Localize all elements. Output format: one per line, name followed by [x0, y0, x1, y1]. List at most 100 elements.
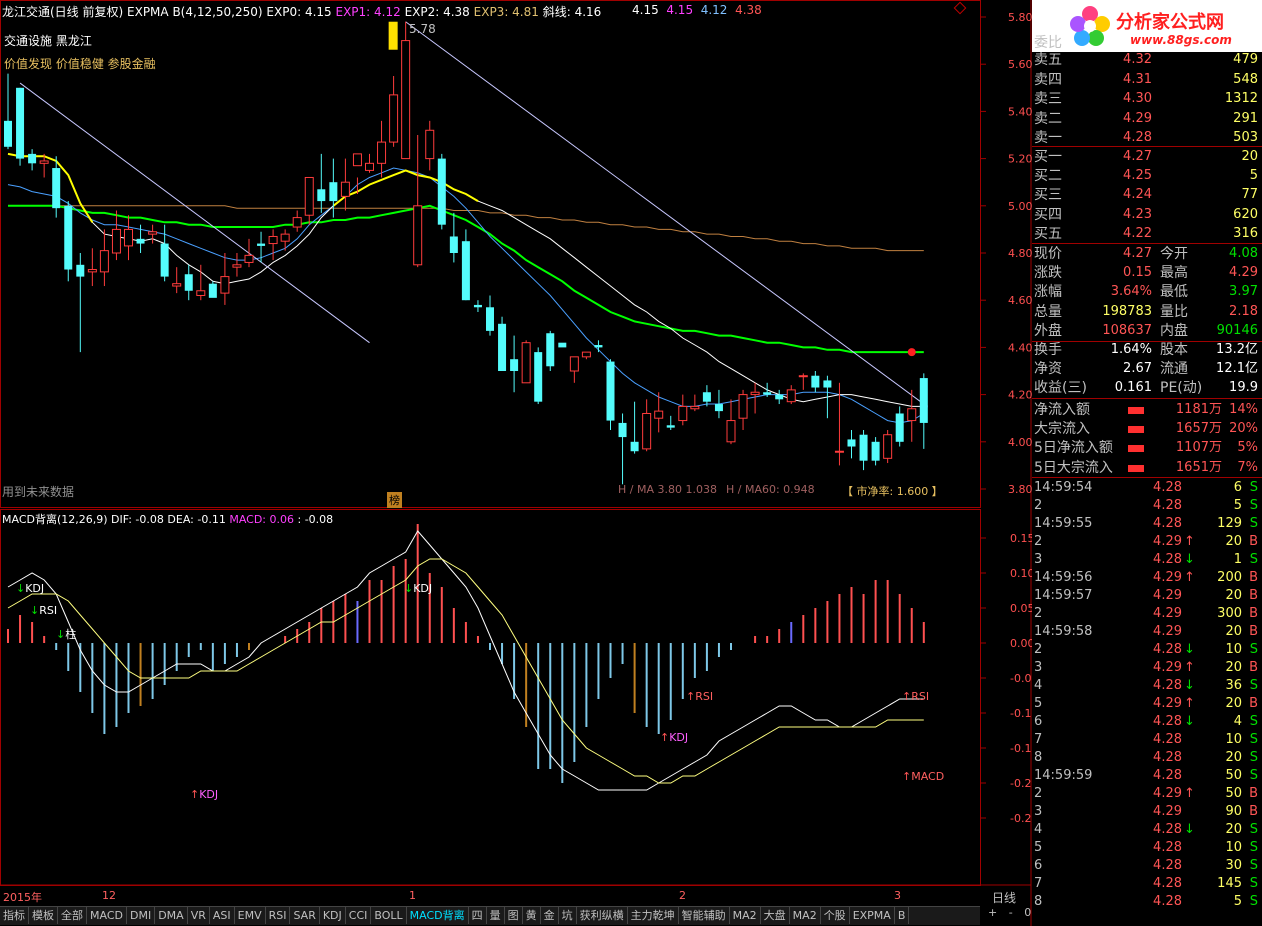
ask-row: 卖五 4.32 479	[1032, 51, 1262, 69]
tab-0[interactable]: 指标	[0, 907, 29, 924]
stat-label-2: PE(动)	[1160, 380, 1203, 397]
tab-22[interactable]: 主力乾坤	[628, 907, 679, 924]
tab-6[interactable]: VR	[188, 907, 210, 924]
stat-row: 现价 4.27 今开 4.08	[1032, 245, 1262, 263]
price-axis-label: 4.20	[1008, 389, 1032, 402]
macd-axis-label: -0.10	[1010, 707, 1032, 720]
tick-time: 6	[1034, 858, 1043, 873]
tick-volume: 20	[1225, 696, 1242, 711]
time-axis-12: 12	[102, 889, 116, 902]
tab-2[interactable]: 全部	[58, 907, 87, 924]
flow-pct: 5%	[1237, 440, 1258, 456]
tab-13[interactable]: BOLL	[371, 907, 407, 924]
tick-time: 7	[1034, 876, 1043, 891]
tick-volume: 20	[1225, 624, 1242, 639]
ask-price: 4.28	[1123, 130, 1152, 146]
period-label[interactable]: 日线	[992, 889, 1016, 906]
bid-label: 买三	[1034, 187, 1062, 204]
tab-27[interactable]: 个股	[821, 907, 850, 924]
candle-body	[124, 228, 133, 247]
flow-label: 净流入额	[1034, 402, 1090, 418]
exp2-value: EXP2: 4.38	[404, 5, 470, 19]
tab-14[interactable]: MACD背离	[407, 907, 469, 924]
flow-bar-icon	[1128, 464, 1144, 472]
tick-volume: 20	[1225, 750, 1242, 765]
tab-12[interactable]: CCI	[346, 907, 372, 924]
tab-17[interactable]: 图	[505, 907, 523, 924]
ask-price: 4.29	[1123, 110, 1152, 126]
bid-volume: 20	[1241, 149, 1258, 164]
tab-3[interactable]: MACD	[87, 907, 127, 924]
arrow-down-icon: ↓	[1184, 552, 1195, 567]
tick-time: 8	[1034, 750, 1043, 765]
tab-1[interactable]: 模板	[29, 907, 58, 924]
bid-label: 买四	[1034, 206, 1062, 223]
candle-body	[871, 441, 880, 461]
tick-row: 2 4.29 ↑ 20 B	[1032, 533, 1262, 551]
tab-24[interactable]: MA2	[730, 907, 761, 924]
tick-price: 4.29	[1153, 570, 1182, 585]
orderbook-separator	[1032, 146, 1262, 147]
trend-line-2	[405, 21, 925, 405]
tab-19[interactable]: 金	[541, 907, 559, 924]
tick-row: 4 4.28 ↓ 20 S	[1032, 821, 1262, 839]
tab-4[interactable]: DMI	[127, 907, 156, 924]
candle-body	[690, 405, 700, 410]
tab-5[interactable]: DMA	[155, 907, 188, 924]
candle-body	[642, 412, 652, 450]
candle-body	[654, 410, 664, 419]
macd-axis-label: -0.25	[1010, 812, 1032, 825]
tab-20[interactable]: 坑	[559, 907, 577, 924]
tab-29[interactable]: B	[895, 907, 910, 924]
ask-label: 卖一	[1034, 130, 1062, 147]
tick-side: B	[1249, 660, 1258, 675]
candle-body	[244, 254, 254, 263]
candle-body	[919, 378, 928, 423]
ema-end-marker	[907, 348, 916, 357]
tab-21[interactable]: 获利纵横	[577, 907, 628, 924]
stock-title: 龙江交通(日线 前复权)	[2, 5, 124, 19]
tab-16[interactable]: 量	[487, 907, 505, 924]
tick-time: 2	[1034, 606, 1043, 621]
zoom-in-button[interactable]: +	[984, 906, 1001, 919]
candle-body	[340, 181, 350, 197]
price-axis-label: 5.00	[1008, 200, 1032, 213]
tab-10[interactable]: SAR	[290, 907, 320, 924]
tick-volume: 36	[1225, 678, 1242, 693]
candle-body	[280, 233, 290, 242]
tick-row: 2 4.29 ↑ 50 B	[1032, 785, 1262, 803]
tab-8[interactable]: EMV	[235, 907, 266, 924]
bid-volume: 316	[1233, 225, 1258, 241]
tab-18[interactable]: 黄	[523, 907, 541, 924]
tick-volume: 10	[1225, 840, 1242, 855]
tick-volume: 10	[1225, 732, 1242, 747]
signal-kdj-up-2: ↑KDJ	[190, 788, 219, 801]
logo-banner: 分析家公式网 www.88gs.com	[1032, 0, 1262, 52]
high-marker	[388, 21, 398, 50]
stat-value: 0.15	[1123, 265, 1152, 281]
candle-body	[172, 283, 182, 287]
candle-body	[546, 333, 555, 367]
tab-9[interactable]: RSI	[266, 907, 291, 924]
tab-28[interactable]: EXPMA	[850, 907, 895, 924]
arrow-down-icon: ↓	[1184, 822, 1195, 837]
tick-volume: 200	[1217, 570, 1242, 585]
tick-row: 6 4.28 30 S	[1032, 857, 1262, 875]
tick-side: B	[1249, 696, 1258, 711]
tab-11[interactable]: KDJ	[320, 907, 346, 924]
stat-value-2: 90146	[1216, 322, 1258, 338]
candle-body	[389, 94, 399, 143]
stat-value: 108637	[1102, 322, 1152, 338]
candle-body	[895, 413, 904, 442]
tab-25[interactable]: 大盘	[761, 907, 790, 924]
tab-23[interactable]: 智能辅助	[679, 907, 730, 924]
rank-badge[interactable]: 榜	[387, 492, 402, 508]
tab-15[interactable]: 四	[469, 907, 487, 924]
tick-price: 4.28	[1153, 732, 1182, 747]
stat-value: 2.67	[1123, 361, 1152, 377]
signal-bar-down: ↓柱	[56, 628, 77, 641]
tab-7[interactable]: ASI	[210, 907, 235, 924]
flow-bar-icon	[1128, 426, 1144, 434]
zoom-out-button[interactable]: -	[1005, 906, 1017, 919]
tab-26[interactable]: MA2	[790, 907, 821, 924]
